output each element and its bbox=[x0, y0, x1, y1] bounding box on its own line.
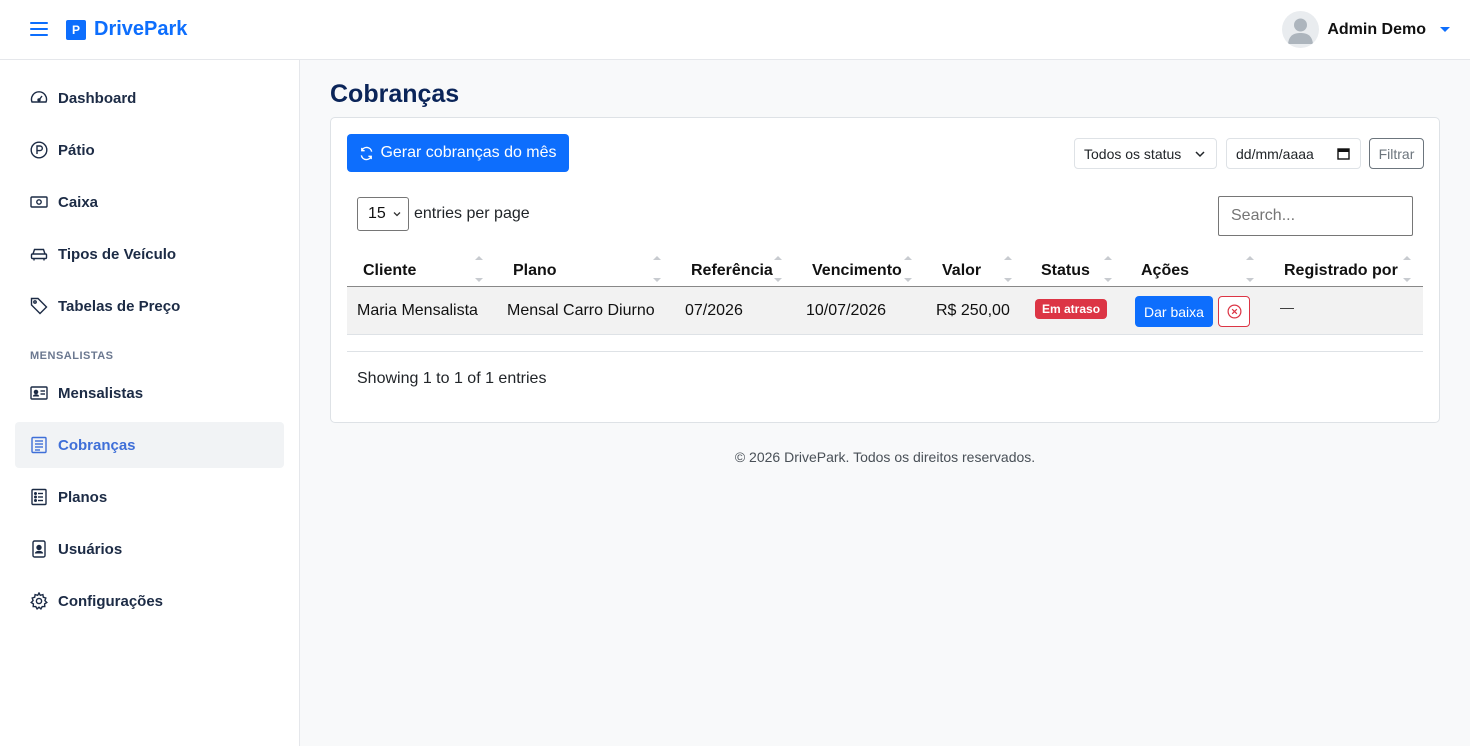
sidebar-item-label: Tipos de Veículo bbox=[58, 245, 177, 263]
sort-icon[interactable] bbox=[773, 256, 783, 282]
page-title: Cobranças bbox=[330, 80, 460, 108]
chevron-down-icon bbox=[1440, 27, 1450, 32]
sidebar-item-caixa[interactable]: Caixa bbox=[15, 179, 284, 225]
mark-paid-button[interactable]: Dar baixa bbox=[1135, 296, 1213, 327]
car-icon bbox=[30, 245, 48, 263]
status-badge: Em atraso bbox=[1035, 299, 1108, 319]
id-card-icon bbox=[30, 384, 48, 402]
sidebar: Dashboard Pátio Caixa Tipos de Veículo T… bbox=[0, 60, 300, 746]
column-header-plano[interactable]: Plano bbox=[513, 256, 557, 286]
menu-toggle-icon[interactable] bbox=[29, 19, 49, 39]
x-circle-icon bbox=[1227, 304, 1241, 319]
sidebar-item-label: Mensalistas bbox=[58, 384, 144, 402]
column-header-acoes[interactable]: Ações bbox=[1141, 256, 1189, 286]
generate-charges-label: Gerar cobranças do mês bbox=[380, 144, 557, 161]
billing-card: Gerar cobranças do mês Todos os status d… bbox=[330, 117, 1440, 423]
sort-icon[interactable] bbox=[1245, 256, 1255, 282]
sort-icon[interactable] bbox=[1402, 256, 1412, 282]
sidebar-item-label: Cobranças bbox=[58, 436, 136, 454]
sidebar-item-cobrancas[interactable]: Cobranças bbox=[15, 422, 284, 468]
refresh-icon bbox=[361, 146, 373, 160]
column-header-referencia[interactable]: Referência bbox=[691, 256, 773, 286]
brand-logo-icon: P bbox=[66, 19, 86, 40]
table-bottom-divider bbox=[347, 351, 1423, 352]
sort-icon[interactable] bbox=[1003, 256, 1013, 282]
cell-cliente: Maria Mensalista bbox=[357, 302, 478, 319]
cancel-charge-button[interactable] bbox=[1218, 296, 1250, 327]
entries-per-page-label: entries per page bbox=[414, 205, 530, 222]
sidebar-item-label: Usuários bbox=[58, 540, 123, 558]
column-header-vencimento[interactable]: Vencimento bbox=[812, 256, 902, 286]
date-filter-input[interactable]: dd/mm/aaaa bbox=[1226, 138, 1361, 169]
sidebar-item-configuracoes[interactable]: Configurações bbox=[15, 578, 284, 624]
user-menu[interactable]: Admin Demo bbox=[1282, 11, 1450, 48]
cell-vencimento: 10/07/2026 bbox=[806, 302, 887, 319]
user-name: Admin Demo bbox=[1327, 20, 1426, 38]
brand-name: DrivePark bbox=[94, 18, 188, 40]
sidebar-item-label: Planos bbox=[58, 488, 108, 506]
sort-icon[interactable] bbox=[652, 256, 662, 282]
table-row: Maria Mensalista Mensal Carro Diurno 07/… bbox=[347, 287, 1423, 335]
status-filter-value: Todos os status bbox=[1084, 145, 1182, 162]
person-badge-icon bbox=[30, 540, 48, 558]
chevron-down-icon bbox=[393, 212, 401, 217]
sidebar-item-mensalistas[interactable]: Mensalistas bbox=[15, 370, 284, 416]
sidebar-item-dashboard[interactable]: Dashboard bbox=[15, 75, 284, 121]
sidebar-item-tabelas-preco[interactable]: Tabelas de Preço bbox=[15, 283, 284, 329]
sidebar-item-label: Dashboard bbox=[58, 89, 137, 107]
generate-charges-button[interactable]: Gerar cobranças do mês bbox=[347, 134, 569, 172]
sidebar-item-usuarios[interactable]: Usuários bbox=[15, 526, 284, 572]
table-info: Showing 1 to 1 of 1 entries bbox=[357, 370, 547, 387]
date-filter-placeholder: dd/mm/aaaa bbox=[1236, 145, 1314, 162]
avatar bbox=[1282, 11, 1320, 48]
sort-icon[interactable] bbox=[474, 256, 484, 282]
parking-icon bbox=[30, 141, 48, 159]
cell-referencia: 07/2026 bbox=[685, 302, 743, 319]
cash-icon bbox=[30, 193, 48, 211]
gear-icon bbox=[30, 592, 48, 610]
cell-plano: Mensal Carro Diurno bbox=[507, 302, 655, 319]
entries-per-page-select[interactable]: 15 bbox=[357, 197, 409, 231]
sidebar-item-label: Caixa bbox=[58, 193, 99, 211]
tag-icon bbox=[30, 297, 48, 315]
footer-text: © 2026 DrivePark. Todos os direitos rese… bbox=[734, 449, 1036, 465]
column-header-status[interactable]: Status bbox=[1041, 256, 1090, 286]
filter-button[interactable]: Filtrar bbox=[1369, 138, 1424, 169]
entries-per-page-value: 15 bbox=[368, 205, 386, 222]
search-input[interactable]: Search... bbox=[1218, 196, 1413, 236]
sidebar-item-planos[interactable]: Planos bbox=[15, 474, 284, 520]
column-header-registrado-por[interactable]: Registrado por bbox=[1284, 256, 1398, 286]
sort-icon[interactable] bbox=[1103, 256, 1113, 282]
status-filter-select[interactable]: Todos os status bbox=[1074, 138, 1217, 169]
sidebar-item-label: Tabelas de Preço bbox=[58, 297, 181, 315]
list-icon bbox=[30, 488, 48, 506]
sidebar-item-tipos-veiculo[interactable]: Tipos de Veículo bbox=[15, 231, 284, 277]
top-navbar: P DrivePark Admin Demo bbox=[0, 0, 1470, 60]
speedometer-icon bbox=[30, 89, 48, 107]
cell-registrado-por: — bbox=[1280, 299, 1294, 315]
sidebar-item-patio[interactable]: Pátio bbox=[15, 127, 284, 173]
column-header-valor[interactable]: Valor bbox=[942, 256, 981, 286]
receipt-icon bbox=[30, 436, 48, 454]
cell-valor: R$ 250,00 bbox=[936, 302, 1010, 319]
brand[interactable]: P DrivePark bbox=[66, 18, 187, 41]
chevron-down-icon bbox=[1195, 150, 1205, 157]
sort-icon[interactable] bbox=[903, 256, 913, 282]
sidebar-section-label: MENSALISTAS bbox=[30, 350, 114, 362]
sidebar-item-label: Pátio bbox=[58, 141, 95, 159]
column-header-cliente[interactable]: Cliente bbox=[363, 256, 416, 286]
calendar-icon[interactable] bbox=[1337, 147, 1350, 160]
sidebar-item-label: Configurações bbox=[58, 592, 164, 610]
